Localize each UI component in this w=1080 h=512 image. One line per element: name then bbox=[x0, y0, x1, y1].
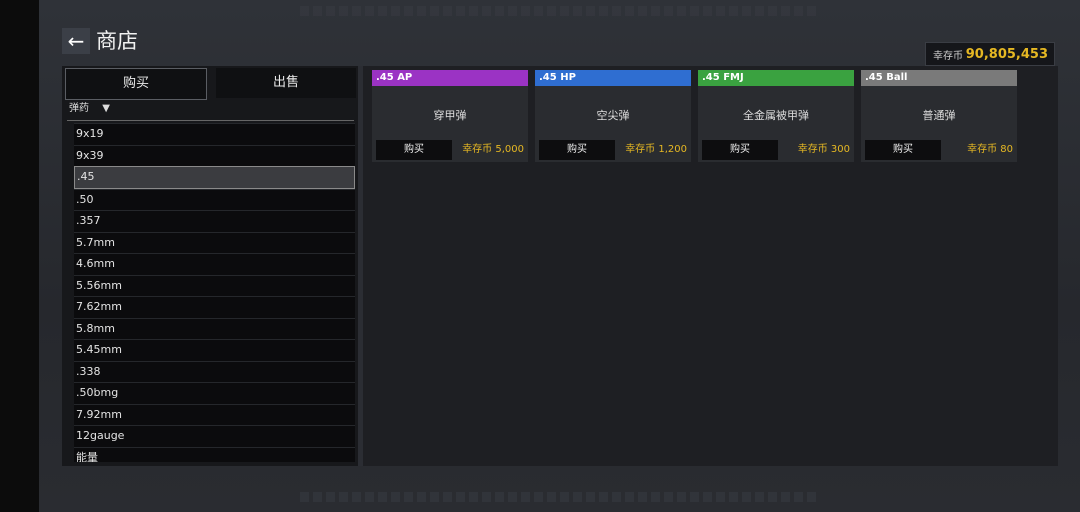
product-card: .45 Ball 普通弹购买 幸存币 80 bbox=[861, 70, 1017, 162]
tab-buy[interactable]: 购买 bbox=[65, 68, 207, 100]
product-card: .45 FMJ 全金属被甲弹购买 幸存币 300 bbox=[698, 70, 854, 162]
page-title: 商店 bbox=[96, 29, 138, 53]
list-item[interactable]: 5.56mm bbox=[74, 274, 355, 296]
product-name: 空尖弹 bbox=[596, 109, 630, 122]
list-item[interactable]: .50 bbox=[74, 188, 355, 210]
filter-label: 弹药 bbox=[69, 103, 89, 114]
list-item[interactable]: .45 bbox=[74, 166, 355, 189]
tab-sell[interactable]: 出售 bbox=[216, 68, 356, 98]
list-item[interactable]: 5.7mm bbox=[74, 231, 355, 253]
currency-balance: 幸存币 90,805,453 bbox=[925, 42, 1055, 66]
buy-button[interactable]: 购买 bbox=[865, 140, 941, 160]
ammo-filter-dropdown[interactable]: 弹药 ▼ bbox=[67, 100, 354, 121]
list-item[interactable]: 4.6mm bbox=[74, 253, 355, 275]
product-tag: .45 FMJ bbox=[698, 70, 854, 86]
background-texture bbox=[300, 492, 820, 502]
product-name: 穿甲弹 bbox=[433, 109, 467, 122]
list-item[interactable]: .338 bbox=[74, 360, 355, 382]
list-item[interactable]: 7.92mm bbox=[74, 403, 355, 425]
product-price: 幸存币 300 bbox=[797, 144, 850, 155]
list-item[interactable]: .357 bbox=[74, 210, 355, 232]
buy-button[interactable]: 购买 bbox=[539, 140, 615, 160]
dropdown-arrow-icon: ▼ bbox=[102, 103, 110, 114]
product-tag: .45 AP bbox=[372, 70, 528, 86]
product-price: 幸存币 1,200 bbox=[625, 144, 687, 155]
list-item[interactable]: 12gauge bbox=[74, 425, 355, 447]
product-price: 幸存币 5,000 bbox=[462, 144, 524, 155]
product-tag: .45 Ball bbox=[861, 70, 1017, 86]
panel-divider bbox=[358, 66, 363, 466]
product-name: 全金属被甲弹 bbox=[743, 109, 809, 122]
currency-label: 幸存币 bbox=[933, 50, 963, 62]
list-item[interactable]: 9x39 bbox=[74, 144, 355, 166]
currency-amount: 90,805,453 bbox=[965, 46, 1048, 62]
buy-button[interactable]: 购买 bbox=[376, 140, 452, 160]
list-item[interactable]: 5.8mm bbox=[74, 317, 355, 339]
product-card: .45 HP 空尖弹购买 幸存币 1,200 bbox=[535, 70, 691, 162]
list-item[interactable]: 能量 bbox=[74, 446, 355, 462]
product-card: .45 AP 穿甲弹购买 幸存币 5,000 bbox=[372, 70, 528, 162]
list-item[interactable]: 5.45mm bbox=[74, 339, 355, 361]
product-tag: .45 HP bbox=[535, 70, 691, 86]
product-price: 幸存币 80 bbox=[967, 144, 1013, 155]
product-name: 普通弹 bbox=[922, 109, 956, 122]
ammo-type-list: 9x19 9x39.45.50.357 5.7mm 4.6mm 5.56mm 7.62mm… bbox=[74, 123, 355, 462]
list-item[interactable]: 9x19 bbox=[74, 123, 355, 145]
background-texture bbox=[300, 6, 820, 16]
buy-button[interactable]: 购买 bbox=[702, 140, 778, 160]
list-item[interactable]: 7.62mm bbox=[74, 296, 355, 318]
left-edge-strip bbox=[0, 0, 39, 512]
back-arrow-icon[interactable]: ← bbox=[62, 28, 90, 54]
list-item[interactable]: .50bmg bbox=[74, 382, 355, 404]
